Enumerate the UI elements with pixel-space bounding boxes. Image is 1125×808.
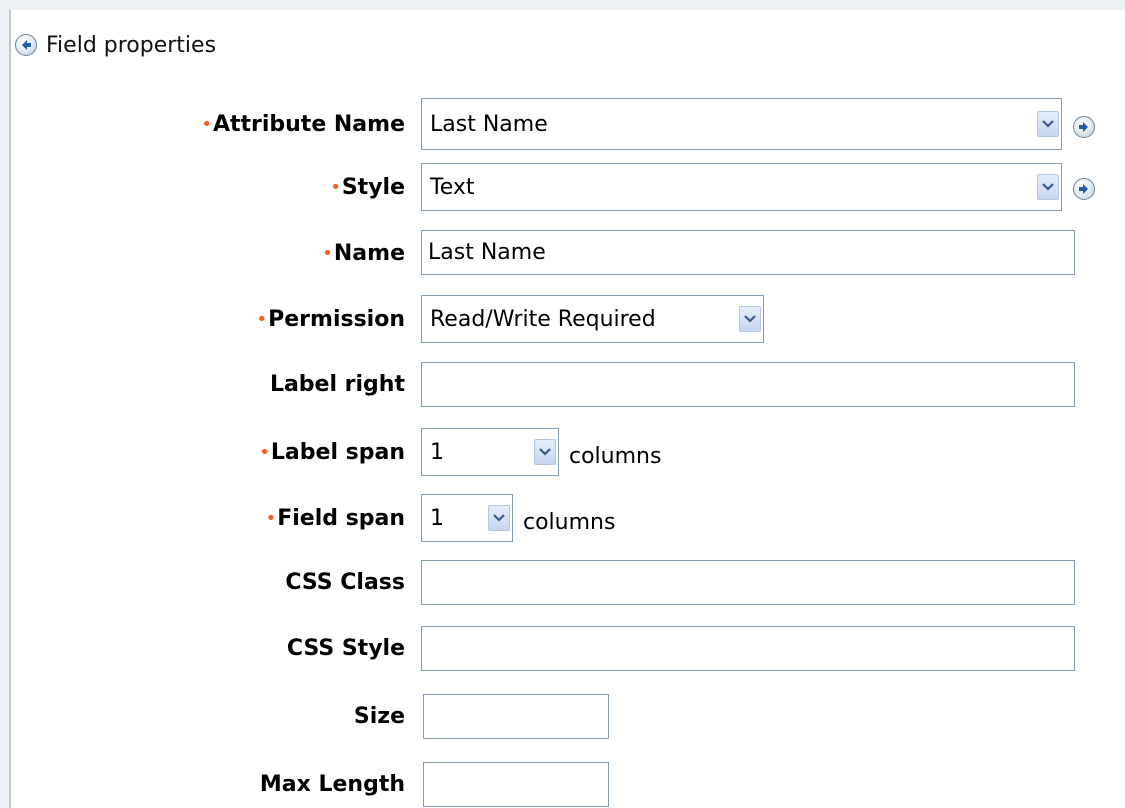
label-right-input[interactable] — [421, 362, 1075, 407]
max-length-label: Max Length — [259, 771, 405, 797]
chevron-down-icon[interactable] — [739, 306, 761, 332]
chevron-down-icon[interactable] — [1037, 174, 1059, 200]
style-label: • Style — [330, 174, 405, 200]
css-class-input[interactable] — [421, 560, 1075, 605]
row-style: • Style — [0, 170, 405, 204]
attribute-name-label: • Attribute Name — [201, 111, 405, 137]
css-class-label: CSS Class — [285, 569, 405, 595]
top-strip — [0, 0, 1125, 10]
row-attribute-name: • Attribute Name — [0, 107, 405, 141]
back-arrow-icon[interactable] — [15, 34, 37, 56]
permission-select[interactable]: Read/Write Required — [421, 295, 764, 343]
style-select[interactable]: Text — [421, 163, 1062, 211]
name-label: • Name — [322, 240, 405, 266]
field-span-suffix: columns — [523, 510, 616, 535]
row-field-span: • Field span — [0, 501, 405, 535]
label-span-label: • Label span — [259, 439, 405, 465]
label-span-select[interactable]: 1 — [421, 428, 559, 476]
row-max-length: Max Length — [0, 767, 405, 801]
max-length-input[interactable] — [423, 762, 609, 807]
chevron-down-icon[interactable] — [534, 439, 556, 465]
go-arrow-icon[interactable] — [1073, 178, 1095, 200]
row-name: • Name — [0, 236, 405, 270]
label-span-suffix: columns — [569, 444, 662, 469]
required-marker: • — [201, 113, 212, 135]
field-span-select[interactable]: 1 — [421, 494, 513, 542]
permission-label: • Permission — [256, 306, 406, 332]
name-input[interactable]: Last Name — [421, 230, 1075, 275]
row-size: Size — [0, 699, 405, 733]
field-span-label: • Field span — [265, 505, 405, 531]
css-style-label: CSS Style — [286, 635, 405, 661]
row-permission: • Permission — [0, 302, 406, 336]
go-arrow-icon[interactable] — [1073, 116, 1095, 138]
panel-title: Field properties — [46, 32, 217, 58]
row-label-span: • Label span — [0, 435, 405, 469]
size-input[interactable] — [423, 694, 609, 739]
chevron-down-icon[interactable] — [488, 505, 510, 531]
chevron-down-icon[interactable] — [1037, 111, 1059, 137]
row-css-class: CSS Class — [0, 565, 405, 599]
attribute-name-select[interactable]: Last Name — [421, 98, 1062, 150]
label-right-label: Label right — [269, 371, 405, 397]
css-style-input[interactable] — [421, 626, 1075, 671]
row-label-right: Label right — [0, 367, 405, 401]
row-css-style: CSS Style — [0, 631, 405, 665]
panel-header: Field properties — [15, 30, 216, 60]
size-label: Size — [353, 703, 405, 729]
